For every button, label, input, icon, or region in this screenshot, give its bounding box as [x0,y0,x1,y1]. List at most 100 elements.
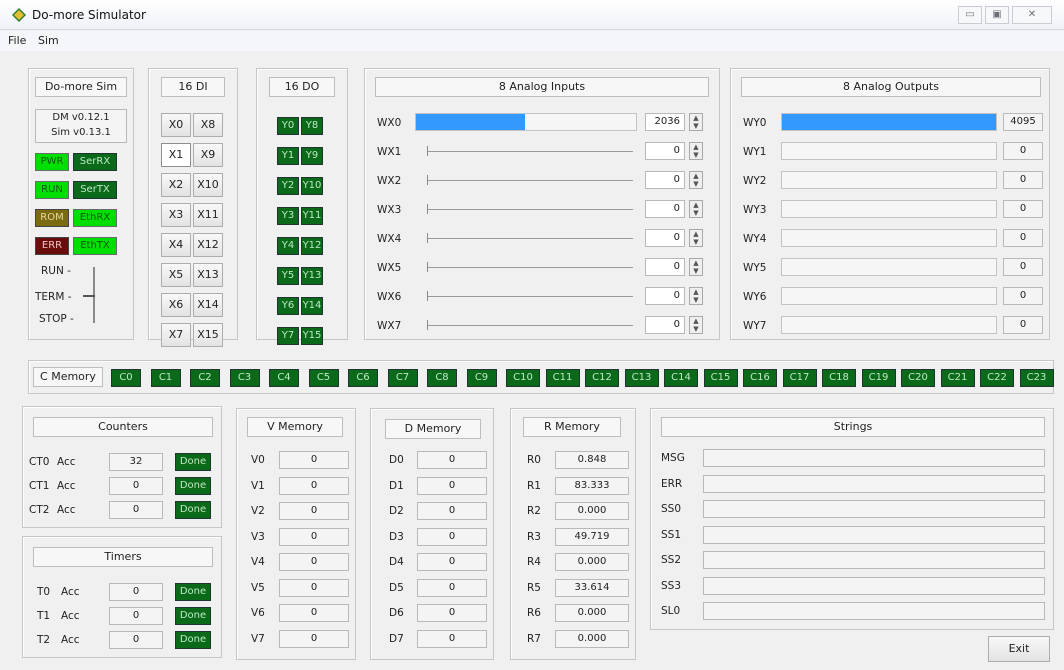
input-button-x8[interactable]: X8 [193,113,223,137]
r-memory-value: 0.000 [555,629,629,648]
analog-input-spinner[interactable]: ▲ ▼ [689,113,703,131]
analog-input-slider-thumb[interactable] [427,320,428,330]
r-memory-value: 0.000 [555,604,629,622]
analog-input-spinner[interactable]: ▲ ▼ [689,258,703,276]
analog-input-value[interactable]: 0 [645,200,685,218]
analog-input-slider-track[interactable] [427,238,633,239]
maximize-button[interactable]: ▣ [985,6,1009,24]
counters-done-indicator: Done [175,477,211,495]
window-title: Do-more Simulator [32,8,146,22]
counters-name: CT1 [29,480,50,492]
input-button-x15[interactable]: X15 [193,323,223,347]
input-button-x11[interactable]: X11 [193,203,223,227]
output-led-y4: Y4 [277,237,299,255]
c-memory-led-c9: C9 [466,369,497,387]
counters-acc-label: Acc [57,456,76,468]
analog-input-value[interactable]: 0 [645,258,685,276]
analog-input-slider-thumb[interactable] [427,146,428,156]
analog-output-value: 0 [1003,316,1043,334]
string-name: SS2 [661,554,682,566]
close-button[interactable]: ✕ [1012,6,1052,24]
analog-input-slider-track[interactable] [427,267,633,268]
d-memory-value: 0 [417,553,487,571]
input-button-x4[interactable]: X4 [161,233,191,257]
input-button-x1[interactable]: X1 [161,143,191,167]
minimize-button[interactable]: ▭ [958,6,982,24]
v-memory-address: V4 [251,556,265,568]
do-panel: 16 DO Y0 Y1 Y2 Y3 Y4 Y5 Y6 Y7 Y8 Y9 Y10 Y11 Y12 Y13 Y1… [256,68,348,345]
analog-input-spinner[interactable]: ▲ ▼ [689,287,703,305]
analog-input-spinner[interactable]: ▲ ▼ [689,229,703,247]
analog-input-slider-track[interactable] [427,296,633,297]
analog-input-spinner[interactable]: ▲ ▼ [689,171,703,189]
v-memory-address: V1 [251,479,265,492]
r-memory-panel: R Memory R0 0.848 R1 83.333 R2 0.000 R3 49.719 R… [510,408,636,660]
analog-input-slider-thumb[interactable] [427,175,428,185]
string-value [703,449,1045,467]
input-button-x7[interactable]: X7 [161,323,191,347]
c-memory-led-c22: C22 [980,369,1014,387]
input-button-x9[interactable]: X9 [193,143,223,167]
analog-output-bar [781,258,997,276]
input-button-x12[interactable]: X12 [193,233,223,257]
analog-input-slider-track[interactable] [427,151,633,152]
analog-input-slider-track[interactable] [427,180,633,181]
input-button-x3[interactable]: X3 [161,203,191,227]
analog-input-value[interactable]: 0 [645,229,685,247]
led-serrx: SerRX [73,153,117,171]
timers-name: T2 [37,634,51,646]
analog-input-slider-thumb[interactable] [427,291,428,301]
analog-input-bar[interactable] [415,113,637,131]
input-button-x10[interactable]: X10 [193,173,223,197]
c-memory-led-c8: C8 [427,369,457,387]
d-memory-address: D3 [389,530,404,543]
menu-file[interactable]: File [8,34,26,47]
timers-panel: Timers T0 Acc 0 Done T1 Acc 0 Done T2 Acc 0 Done [22,536,222,658]
analog-input-value[interactable]: 0 [645,171,685,189]
output-led-y13: Y13 [301,267,323,285]
analog-input-spinner[interactable]: ▲ ▼ [689,200,703,218]
analog-input-slider-track[interactable] [427,209,633,210]
input-button-x13[interactable]: X13 [193,263,223,287]
input-button-x0[interactable]: X0 [161,113,191,137]
c-memory-led-c13: C13 [624,369,659,387]
analog-input-value[interactable]: 0 [645,316,685,334]
input-button-x2[interactable]: X2 [161,173,191,197]
menu-sim[interactable]: Sim [38,34,59,47]
c-memory-led-c0: C0 [111,369,141,387]
analog-output-label: WY7 [743,320,767,332]
exit-button[interactable]: Exit [988,636,1050,662]
led-sertx: SerTX [73,181,117,199]
d-memory-address: D1 [389,479,404,492]
analog-input-label: WX7 [377,320,402,332]
input-button-x6[interactable]: X6 [161,293,191,317]
timers-name: T0 [37,586,51,598]
output-led-y0: Y0 [277,117,299,135]
string-name: MSG [661,452,685,464]
string-value [703,551,1045,569]
analog-input-label: WX0 [377,117,402,129]
dm-version: DM v0.12.1 [52,112,110,123]
input-button-x5[interactable]: X5 [161,263,191,287]
c-memory-led-c3: C3 [229,369,260,387]
d-memory-title: D Memory [385,419,481,439]
strings-title: Strings [661,417,1045,437]
analog-input-value[interactable]: 0 [645,287,685,305]
c-memory-led-c6: C6 [348,369,378,387]
d-memory-address: D4 [389,556,404,568]
analog-input-value[interactable]: 2036 [645,113,685,131]
v-memory-address: V0 [251,454,265,466]
analog-input-spinner[interactable]: ▲ ▼ [689,142,703,160]
input-button-x14[interactable]: X14 [193,293,223,317]
analog-output-value: 0 [1003,287,1043,305]
analog-input-slider-thumb[interactable] [427,262,428,272]
timers-done-indicator: Done [175,607,211,625]
mode-switch-lever[interactable] [83,295,95,297]
analog-input-value[interactable]: 0 [645,142,685,160]
analog-input-slider-thumb[interactable] [427,204,428,214]
analog-input-slider-track[interactable] [427,325,633,326]
timers-title: Timers [33,547,213,567]
r-memory-value: 83.333 [555,476,629,495]
analog-input-slider-thumb[interactable] [427,233,428,243]
analog-input-spinner[interactable]: ▲ ▼ [689,316,703,334]
